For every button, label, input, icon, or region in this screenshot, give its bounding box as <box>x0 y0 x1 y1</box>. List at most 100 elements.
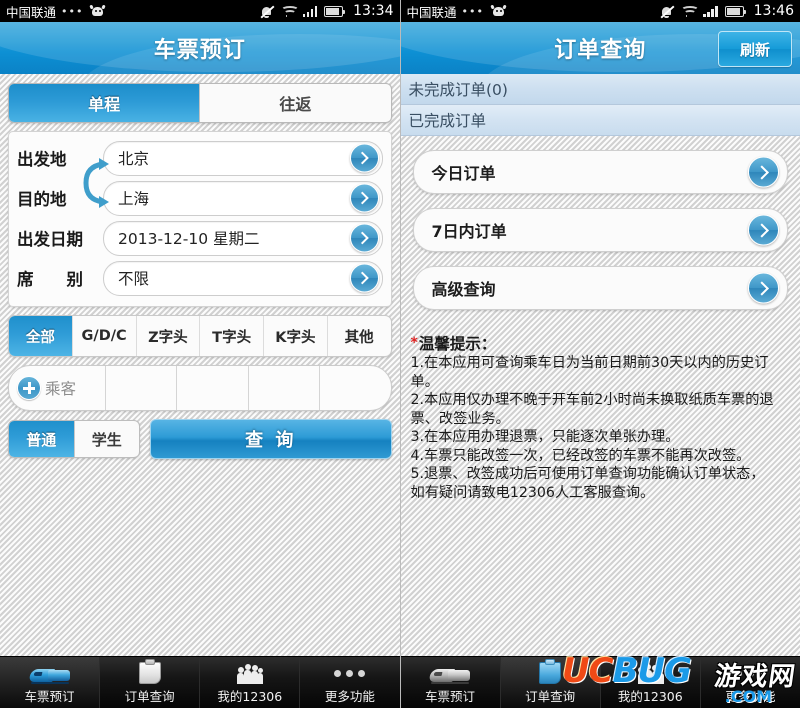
passenger-slot[interactable] <box>176 366 247 410</box>
nav-label: 订单查询 <box>124 689 175 704</box>
tips-line: 2.本应用仅办理不晚于开车前2小时尚未换取纸质车票的退 <box>410 392 774 408</box>
section-label: 未完成订单(0) <box>408 81 508 99</box>
tips-line: 4.车票只能改签一次，已经改签的车票不能再次改签。 <box>410 447 751 464</box>
left-status-bar: 中国联通 ••• 13:34 <box>0 0 400 22</box>
nav-item-my-12306[interactable]: 我的12306 <box>199 657 299 708</box>
right-bottom-nav: 车票预订 订单查询 我的12306 更多功能 <box>400 656 800 708</box>
nav-item-my-12306[interactable]: 我的12306 <box>599 657 700 708</box>
page-title: 订单查询 <box>554 38 647 63</box>
destination-input[interactable]: 上海 <box>103 180 383 216</box>
train-type-k[interactable]: K字头 <box>263 316 327 356</box>
nav-label: 订单查询 <box>525 689 576 704</box>
clipboard-icon <box>138 659 161 684</box>
signal-icon <box>302 5 318 17</box>
tips-line: 票、改签业务。 <box>410 410 510 427</box>
ticket-type-toggle[interactable]: 普通 学生 <box>8 420 140 458</box>
nav-item-ticket-booking[interactable]: 车票预订 <box>0 657 100 708</box>
nav-label: 车票预订 <box>24 689 75 704</box>
tips-line: 3.在本应用办理退票，只能逐次单张办理。 <box>410 429 680 445</box>
field-row-destination: 目的地 上海 <box>17 178 383 218</box>
train-type-tabs[interactable]: 全部 G/D/C Z字头 T字头 K字头 其他 <box>8 315 392 357</box>
nav-item-more[interactable]: 更多功能 <box>299 657 399 708</box>
nav-item-ticket-booking[interactable]: 车票预订 <box>401 657 500 708</box>
seat-class-value: 不限 <box>118 270 150 288</box>
seven-day-orders-button[interactable]: 7日内订单 <box>412 208 788 252</box>
tab-round-trip[interactable]: 往返 <box>199 84 390 122</box>
nav-item-order-query[interactable]: 订单查询 <box>99 657 199 708</box>
section-header-unfinished[interactable]: 未完成订单(0) <box>400 74 800 105</box>
order-button-label: 7日内订单 <box>431 222 507 241</box>
battery-icon <box>724 5 746 17</box>
nav-item-order-query[interactable]: 订单查询 <box>499 657 600 708</box>
right-phone-screen: 中国联通 ••• 13:46 订单查询 刷新 未完成订单(0) 已完成订单 今日… <box>399 0 800 708</box>
ticket-type-normal[interactable]: 普通 <box>9 421 74 457</box>
passenger-row: 乘客 <box>8 365 392 411</box>
passenger-slot[interactable] <box>247 366 319 410</box>
train-type-gdc[interactable]: G/D/C <box>71 316 136 356</box>
warm-tips-block: * 温馨提示： 1.在本应用可查询乘车日为当前日期前30天以内的历史订 单。 2… <box>411 332 791 502</box>
train-type-z[interactable]: Z字头 <box>135 316 200 356</box>
left-bottom-nav: 车票预订 订单查询 我的12306 更多功能 <box>0 656 400 708</box>
tab-one-way[interactable]: 单程 <box>9 84 200 122</box>
tips-line: 1.在本应用可查询乘车日为当前日期前30天以内的历史订 <box>410 355 769 371</box>
date-input[interactable]: 2013-12-10 星期二 <box>103 220 383 256</box>
train-icon <box>428 660 471 684</box>
wifi-icon <box>681 5 700 17</box>
carrier-label: 中国联通 <box>6 4 57 20</box>
status-icon-group: 13:34 <box>260 3 394 19</box>
tips-line: 如有疑问请致电12306人工客服查询。 <box>410 484 655 501</box>
passenger-slot[interactable] <box>319 366 390 410</box>
dual-screenshot-stage: 中国联通 ••• 13:34 车票预订 单程 往返 出发地 北京 目的地 上海 … <box>0 0 800 708</box>
chevron-right-icon <box>748 156 779 188</box>
tips-title-row: * 温馨提示： <box>411 332 791 354</box>
date-value: 2013-12-10 星期二 <box>118 230 260 248</box>
nav-item-more[interactable]: 更多功能 <box>699 657 800 708</box>
departure-value: 北京 <box>118 150 150 168</box>
advanced-query-button[interactable]: 高级查询 <box>412 266 788 310</box>
search-form-card: 出发地 北京 目的地 上海 出发日期 2013-12-10 星期二 席 别 不限 <box>8 131 392 307</box>
train-type-all[interactable]: 全部 <box>9 316 72 356</box>
nav-label: 更多功能 <box>324 689 375 704</box>
section-header-finished[interactable]: 已完成订单 <box>400 105 800 136</box>
train-type-other[interactable]: 其他 <box>326 316 391 356</box>
nav-label: 我的12306 <box>217 689 283 704</box>
seat-class-input[interactable]: 不限 <box>103 260 383 296</box>
signal-icon <box>703 5 718 17</box>
departure-input[interactable]: 北京 <box>103 140 383 176</box>
passenger-slot[interactable] <box>105 366 176 410</box>
nav-label: 我的12306 <box>617 689 683 704</box>
chevron-right-icon[interactable] <box>349 263 379 293</box>
departure-label: 出发地 <box>17 150 67 169</box>
train-type-t[interactable]: T字头 <box>199 316 263 356</box>
trip-type-segmented-control[interactable]: 单程 往返 <box>8 83 392 123</box>
nav-label: 车票预订 <box>425 689 476 704</box>
chevron-right-icon[interactable] <box>349 143 379 173</box>
destination-label: 目的地 <box>17 190 67 209</box>
tips-line: 单。 <box>410 373 439 390</box>
chevron-right-icon[interactable] <box>349 223 379 253</box>
query-button[interactable]: 查 询 <box>150 419 392 459</box>
android-robot-icon <box>490 4 507 17</box>
refresh-button[interactable]: 刷新 <box>718 31 792 67</box>
chevron-right-icon[interactable] <box>349 183 379 213</box>
right-title-bar: 订单查询 刷新 <box>400 22 800 74</box>
add-passenger-button[interactable]: 乘客 <box>9 366 105 410</box>
nav-label: 更多功能 <box>725 689 776 704</box>
right-status-bar: 中国联通 ••• 13:46 <box>400 0 800 22</box>
ticket-type-student[interactable]: 学生 <box>73 421 140 457</box>
order-button-label: 高级查询 <box>431 280 496 299</box>
tips-line: 5.退票、改签成功后可使用订单查询功能确认订单状态， <box>410 466 765 482</box>
battery-icon <box>324 5 346 17</box>
add-passenger-label: 乘客 <box>45 380 77 398</box>
clock-label: 13:34 <box>353 3 394 19</box>
chevron-right-icon <box>748 214 779 246</box>
chevron-right-icon <box>748 272 779 304</box>
order-button-label: 今日订单 <box>431 164 496 183</box>
train-icon <box>28 660 70 684</box>
seat-class-label: 席 别 <box>17 270 83 289</box>
clipboard-icon <box>539 659 562 684</box>
mute-icon <box>260 5 275 18</box>
ellipsis-icon <box>734 660 766 684</box>
today-orders-button[interactable]: 今日订单 <box>412 150 788 194</box>
wifi-icon <box>280 5 299 17</box>
